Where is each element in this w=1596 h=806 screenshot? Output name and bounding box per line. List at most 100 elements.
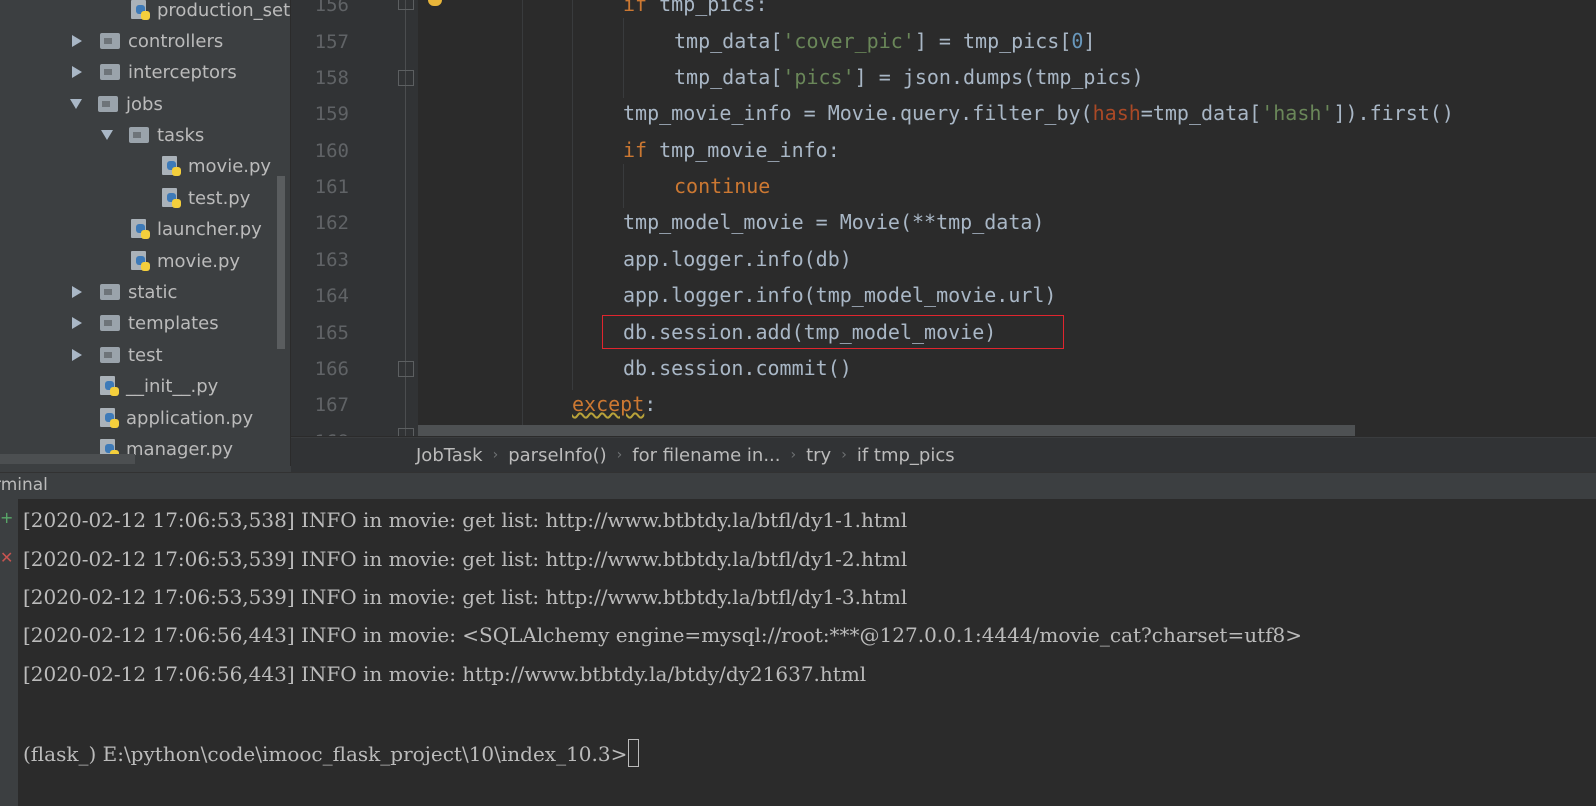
tree-vertical-scrollbar[interactable]: [277, 176, 285, 349]
line-number: 166: [314, 358, 349, 380]
line-number: 168: [299, 431, 349, 436]
tree-item-jobs[interactable]: jobs: [70, 90, 163, 118]
code-line-162: tmp_model_movie = Movie(**tmp_data): [623, 210, 1045, 234]
line-number: 158: [314, 67, 349, 89]
text-cursor: [628, 739, 640, 767]
tree-item-controllers[interactable]: controllers: [72, 27, 223, 55]
prompt-text: (flask_) E:\python\code\imooc_flask_proj…: [23, 742, 628, 766]
tree-item-production-settings[interactable]: production_sett: [131, 0, 290, 24]
python-file-icon: [100, 407, 119, 429]
tree-item-label: controllers: [128, 30, 224, 52]
line-number: 161: [314, 176, 349, 198]
tree-item-jobs-movie-py[interactable]: movie.py: [131, 247, 240, 275]
breadcrumb-item-function[interactable]: parseInfo(): [508, 445, 606, 466]
line-number: 163: [314, 249, 349, 271]
highlight-box: [602, 315, 1064, 349]
tree-horizontal-scrollbar[interactable]: [0, 454, 135, 464]
tree-item-tasks-movie-py[interactable]: movie.py: [162, 152, 271, 180]
tree-item-launcher-py[interactable]: launcher.py: [131, 215, 262, 243]
line-number: 160: [314, 140, 349, 162]
code-line-161: continue: [674, 174, 771, 198]
folder-icon: [100, 64, 120, 80]
breadcrumb-item-for[interactable]: for filename in...: [632, 445, 780, 466]
terminal-line: [2020-02-12 17:06:56,443] INFO in movie:…: [23, 623, 1303, 647]
breadcrumb: JobTask › parseInfo() › for filename in.…: [291, 437, 1596, 472]
fold-marker-icon[interactable]: [398, 0, 414, 10]
python-file-icon: [162, 155, 181, 177]
chevron-right-icon: ›: [790, 447, 797, 463]
expand-arrow-icon[interactable]: [72, 66, 82, 78]
fold-marker-icon[interactable]: [398, 70, 414, 86]
tree-item-interceptors[interactable]: interceptors: [72, 58, 237, 86]
tree-item-test[interactable]: test: [72, 341, 163, 369]
terminal-line: [2020-02-12 17:06:53,538] INFO in movie:…: [23, 508, 908, 532]
tree-item-label: interceptors: [128, 61, 237, 83]
folder-icon: [100, 315, 120, 331]
editor-horizontal-scrollbar[interactable]: [418, 425, 1355, 436]
terminal-header: rminal: [0, 472, 1596, 499]
code-line-158: tmp_data['pics'] = json.dumps(tmp_pics): [674, 65, 1144, 89]
folder-icon: [100, 347, 120, 363]
python-file-icon: [162, 187, 181, 209]
terminal-line: [2020-02-12 17:06:53,539] INFO in movie:…: [23, 547, 908, 571]
terminal-output[interactable]: [2020-02-12 17:06:53,538] INFO in movie:…: [18, 499, 1596, 806]
collapse-arrow-icon[interactable]: [101, 130, 113, 140]
line-number: 164: [314, 285, 349, 307]
lightbulb-icon[interactable]: [428, 0, 442, 6]
breadcrumb-item-class[interactable]: JobTask: [416, 445, 483, 466]
breadcrumb-item-if[interactable]: if tmp_pics: [857, 445, 955, 466]
line-number: 167: [314, 394, 349, 416]
expand-arrow-icon[interactable]: [72, 286, 82, 298]
project-tree: production_sett controllers interceptors…: [0, 0, 290, 466]
code-line-163: app.logger.info(db): [623, 247, 852, 271]
indent-guide: [623, 164, 624, 208]
code-editor[interactable]: if tmp_pics: tmp_data['cover_pic'] = tmp…: [418, 0, 1596, 436]
line-number: 165: [314, 322, 349, 344]
breadcrumb-item-try[interactable]: try: [806, 445, 831, 466]
tree-item-application-py[interactable]: application.py: [100, 404, 253, 432]
chevron-right-icon: ›: [492, 447, 499, 463]
tree-item-test-py[interactable]: test.py: [162, 184, 250, 212]
tree-item-tasks[interactable]: tasks: [101, 121, 204, 149]
code-line-160: if tmp_movie_info:: [623, 138, 840, 162]
line-number: 156: [314, 0, 349, 16]
close-session-icon[interactable]: ✕: [0, 548, 13, 567]
code-line-164: app.logger.info(tmp_model_movie.url): [623, 283, 1057, 307]
line-number: 157: [314, 31, 349, 53]
collapse-arrow-icon[interactable]: [70, 99, 82, 109]
tree-item-label: movie.py: [157, 250, 241, 272]
python-file-icon: [100, 375, 119, 397]
tree-item-label: manager.py: [126, 438, 234, 460]
expand-arrow-icon[interactable]: [72, 317, 82, 329]
expand-arrow-icon[interactable]: [72, 35, 82, 47]
terminal-title[interactable]: rminal: [0, 475, 48, 495]
terminal-prompt[interactable]: (flask_) E:\python\code\imooc_flask_proj…: [23, 739, 640, 767]
fold-marker-icon[interactable]: [398, 361, 414, 377]
new-session-icon[interactable]: +: [0, 508, 13, 527]
tree-item-static[interactable]: static: [72, 278, 177, 306]
tree-item-templates[interactable]: templates: [72, 309, 219, 337]
tree-item-init-py[interactable]: __init__.py: [100, 372, 218, 400]
line-number: 162: [314, 212, 349, 234]
python-file-icon: [131, 0, 150, 21]
python-file-icon: [131, 218, 150, 240]
indent-guide: [623, 18, 624, 98]
terminal-line: [2020-02-12 17:06:56,443] INFO in movie:…: [23, 662, 867, 686]
folder-icon: [98, 96, 118, 112]
tree-item-label: jobs: [126, 93, 163, 115]
code-line-159: tmp_movie_info = Movie.query.filter_by(h…: [623, 101, 1454, 125]
tree-item-label: __init__.py: [126, 375, 219, 397]
folder-icon: [129, 127, 149, 143]
line-number: 159: [314, 103, 349, 125]
folder-icon: [100, 284, 120, 300]
code-line-157: tmp_data['cover_pic'] = tmp_pics[0]: [674, 29, 1096, 53]
tree-item-label: application.py: [126, 407, 254, 429]
terminal-toolbar: [0, 499, 18, 806]
fold-marker-icon[interactable]: [398, 428, 414, 436]
tree-item-label: test: [128, 344, 163, 366]
tree-item-label: production_sett: [157, 0, 290, 21]
terminal-line: [2020-02-12 17:06:53,539] INFO in movie:…: [23, 585, 908, 609]
chevron-right-icon: ›: [841, 447, 847, 463]
code-line-167: except:: [572, 392, 657, 416]
expand-arrow-icon[interactable]: [72, 349, 82, 361]
